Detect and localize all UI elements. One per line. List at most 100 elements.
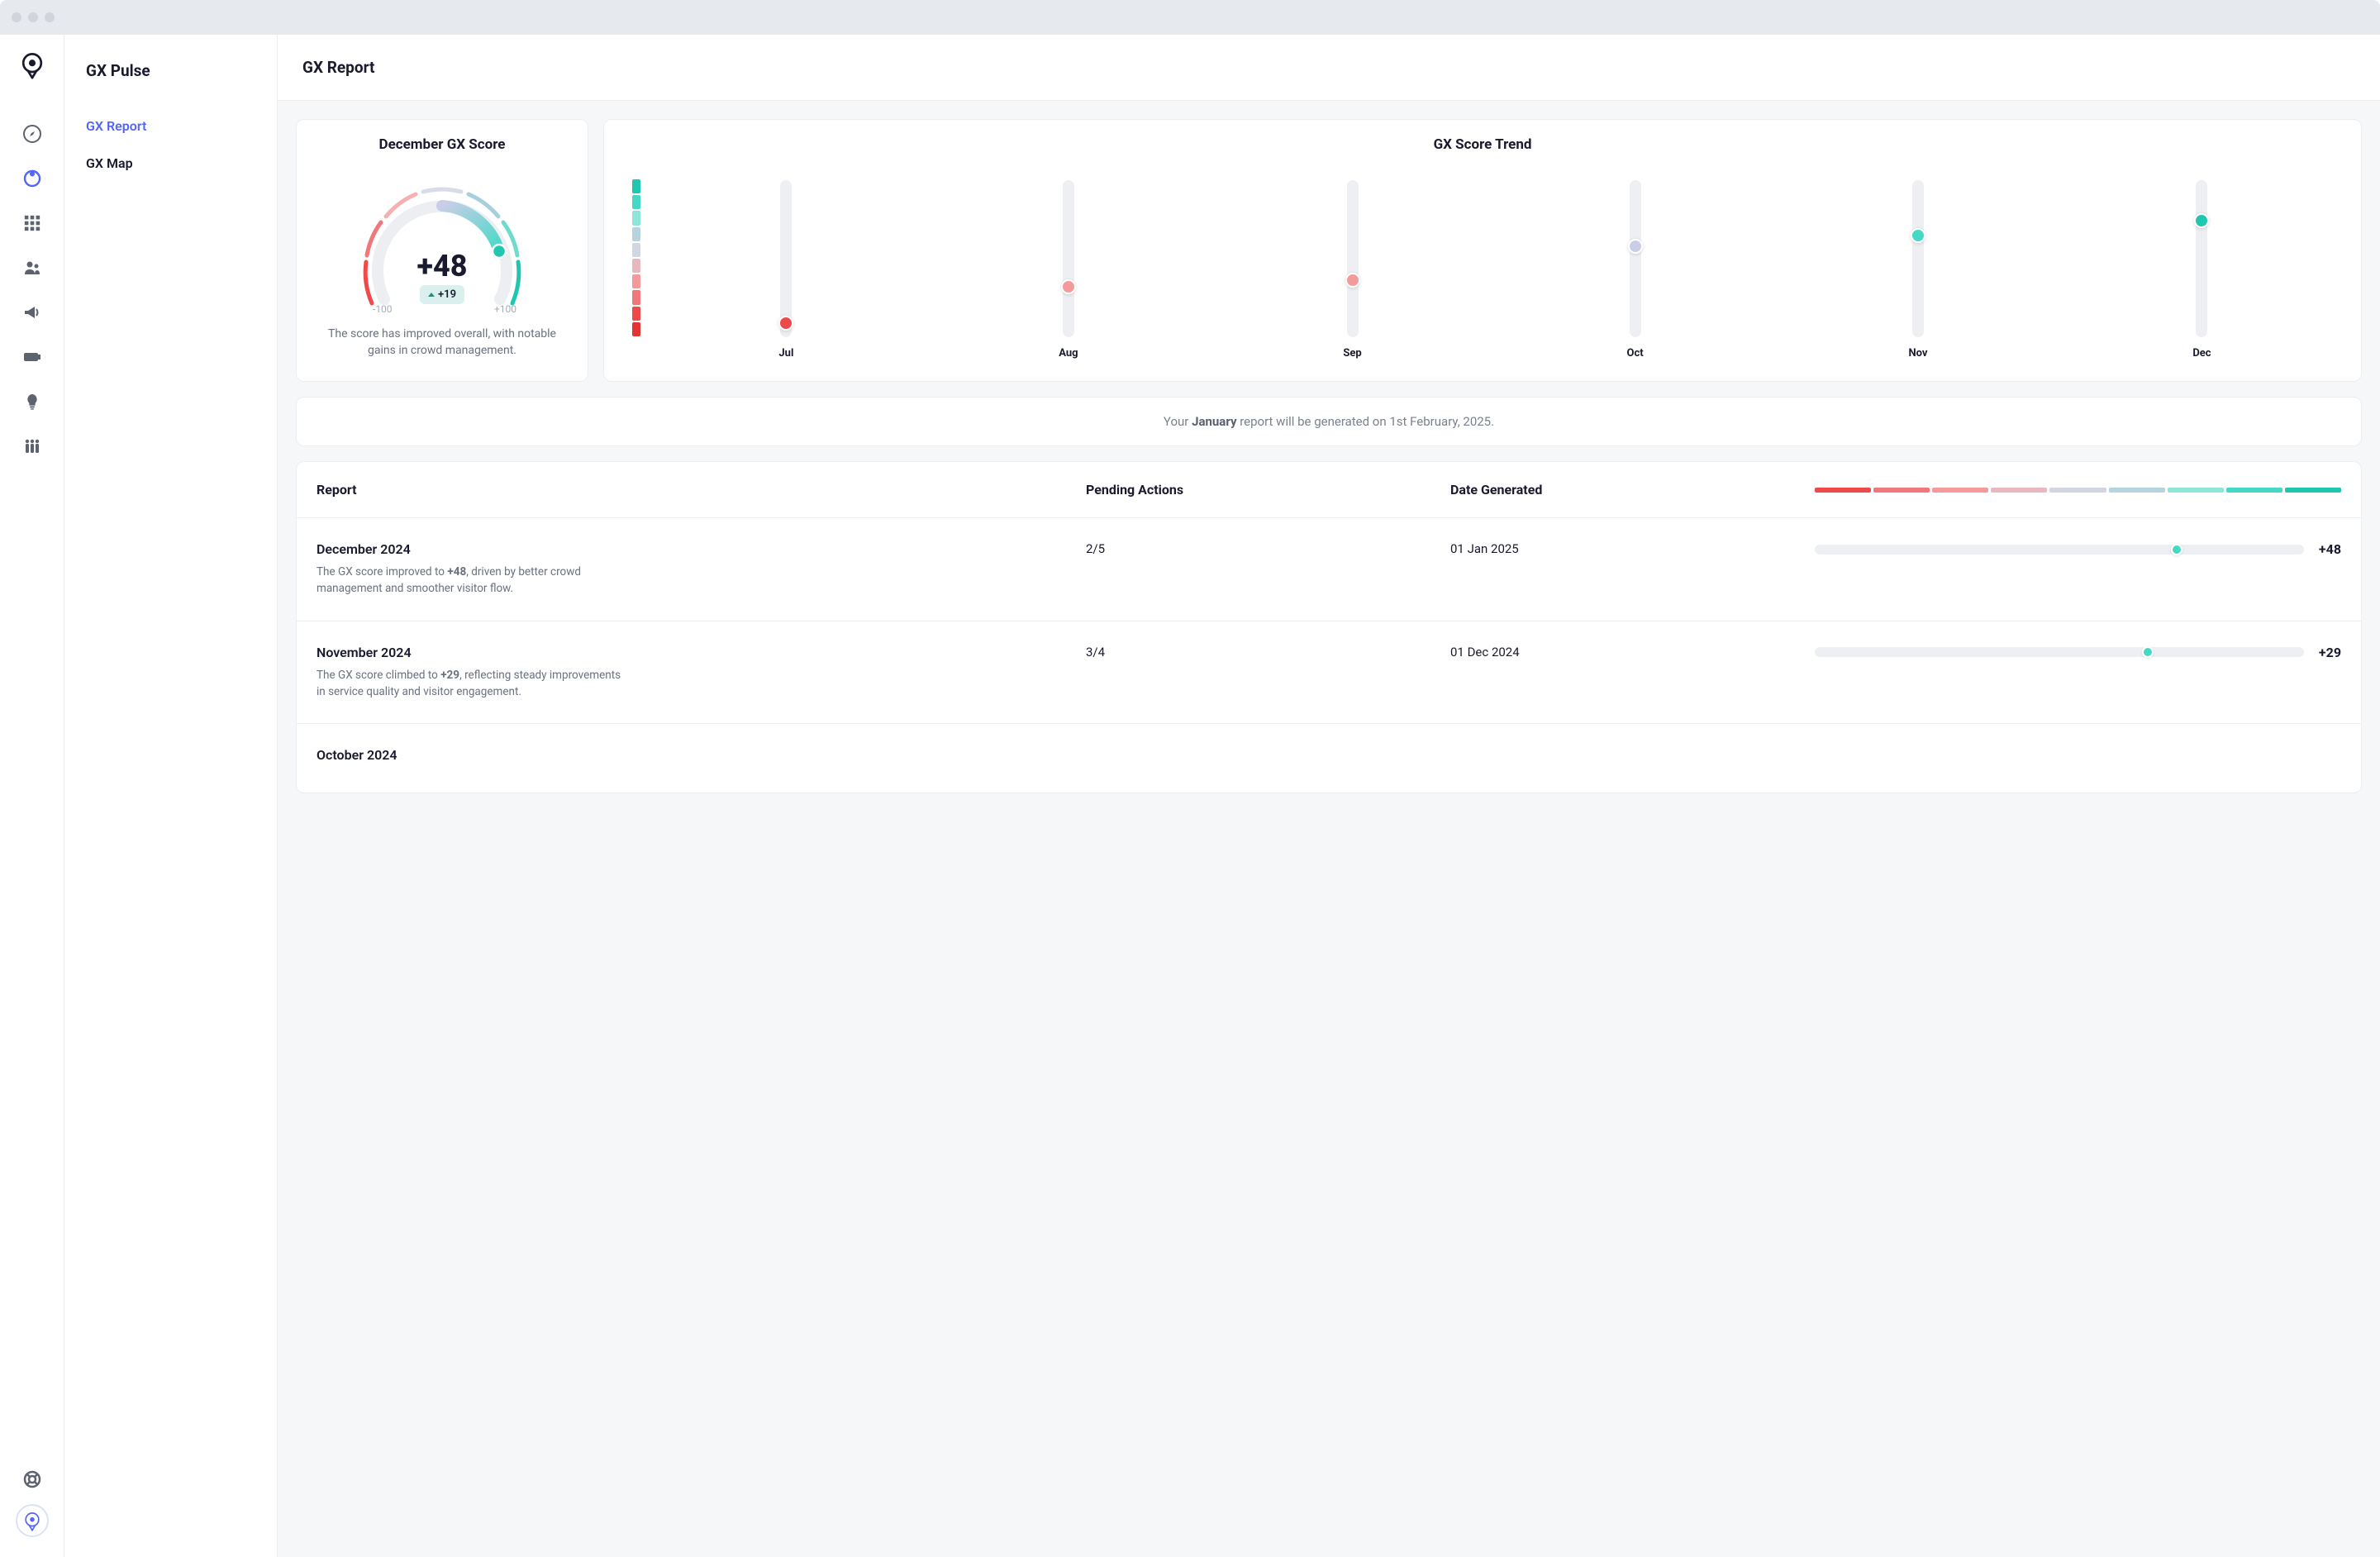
row-title: October 2024 [317,747,1086,763]
chrome-minimize-dot[interactable] [28,12,38,22]
trend-month-label: Dec [2192,347,2211,359]
trend-column: Oct [1627,180,1644,359]
trend-scale [632,179,640,336]
row-score-value: +29 [2319,645,2341,660]
report-row[interactable]: December 2024 The GX score improved to +4… [297,518,2361,621]
trend-column: Aug [1059,180,1078,359]
spectrum-segment [2049,488,2106,493]
header-spectrum [1815,488,2341,493]
spectrum-segment [1815,488,1871,493]
header-pending: Pending Actions [1086,482,1450,498]
trend-month-label: Oct [1627,347,1644,359]
trend-month-label: Nov [1909,347,1928,359]
row-pending: 3/4 [1086,645,1450,659]
user-avatar[interactable] [16,1504,49,1537]
app-logo-icon [17,50,47,79]
compass-icon[interactable] [22,124,42,144]
row-date: 01 Jan 2025 [1450,541,1815,556]
banner-prefix: Your [1164,414,1192,429]
page-title: GX Report [302,58,2355,77]
score-card: December GX Score [296,119,588,382]
header-report: Report [317,482,1086,498]
people-icon[interactable] [22,258,42,278]
trend-track [1063,180,1074,337]
window-chrome [0,0,2380,35]
scale-segment [632,211,640,225]
trend-track [1912,180,1924,337]
lightbulb-icon[interactable] [22,392,42,412]
row-desc: The GX score improved to +48, driven by … [317,564,631,598]
megaphone-icon[interactable] [22,302,42,322]
score-track [1815,647,2304,657]
row-score-value: +48 [2319,541,2341,557]
row-pending: 2/5 [1086,541,1450,556]
trend-column: Jul [778,180,793,359]
report-row[interactable]: October 2024 [297,724,2361,793]
trend-track [1630,180,1641,337]
score-dot [2142,646,2154,658]
trend-dot [1345,273,1360,288]
trend-column: Sep [1343,180,1361,359]
score-track [1815,545,2304,555]
trend-dot [778,316,793,331]
scale-segment [632,243,640,257]
scale-segment [632,179,640,193]
spectrum-segment [2168,488,2224,493]
gauge-delta: +19 [420,285,464,304]
banner-month: January [1192,414,1236,429]
trend-month-label: Jul [778,347,793,359]
gauge-min-label: -100 [373,303,393,315]
gauge-value: +48 [335,249,550,283]
submenu-item-gx-map[interactable]: GX Map [86,155,255,171]
row-score-bar: +48 [1815,541,2341,557]
spectrum-segment [1932,488,1988,493]
gauge-max-label: +100 [494,303,516,315]
spectrum-segment [2226,488,2282,493]
trend-track [2196,180,2207,337]
spectrum-segment [1873,488,1930,493]
header-date: Date Generated [1450,482,1815,498]
chrome-zoom-dot[interactable] [45,12,55,22]
main-header: GX Report [278,35,2380,101]
scale-segment [632,227,640,241]
chrome-close-dot[interactable] [12,12,21,22]
trend-dot [1061,279,1076,294]
scale-segment [632,274,640,288]
scale-segment [632,322,640,336]
row-desc: The GX score climbed to +29, reflecting … [317,667,631,701]
trend-column: Nov [1909,180,1928,359]
report-table-header: Report Pending Actions Date Generated [297,462,2361,518]
spectrum-segment [1991,488,2047,493]
battery-icon[interactable] [22,347,42,367]
team-icon[interactable] [22,436,42,456]
pulse-icon[interactable] [22,169,42,188]
trend-card: GX Score Trend Jul Aug Sep Oct Nov Dec [603,119,2362,382]
row-title: November 2024 [317,645,1086,660]
submenu: GX Pulse GX Report GX Map [64,35,278,1557]
submenu-item-gx-report[interactable]: GX Report [86,118,255,134]
score-card-title: December GX Score [317,136,568,153]
scale-segment [632,307,640,321]
row-score-bar: +29 [1815,645,2341,660]
grid-icon[interactable] [22,213,42,233]
next-report-banner: Your January report will be generated on… [296,397,2362,446]
trend-track [1347,180,1359,337]
help-icon[interactable] [22,1469,42,1489]
trend-dot [2194,213,2209,228]
trend-month-label: Sep [1343,347,1361,359]
report-row[interactable]: November 2024 The GX score climbed to +29… [297,621,2361,725]
row-date: 01 Dec 2024 [1450,645,1815,659]
scale-segment [632,290,640,304]
trend-dot [1911,228,1925,243]
submenu-title: GX Pulse [86,61,255,80]
trend-card-title: GX Score Trend [624,136,2341,153]
trend-track [780,180,792,337]
main-area: GX Report December GX Score [278,35,2380,1557]
spectrum-segment [2285,488,2341,493]
row-title: December 2024 [317,541,1086,557]
scale-segment [632,195,640,209]
score-desc: The score has improved overall, with not… [317,326,568,359]
trend-months: Jul Aug Sep Oct Nov Dec [657,180,2333,359]
trend-month-label: Aug [1059,347,1078,359]
report-table: Report Pending Actions Date Generated De… [296,461,2362,793]
